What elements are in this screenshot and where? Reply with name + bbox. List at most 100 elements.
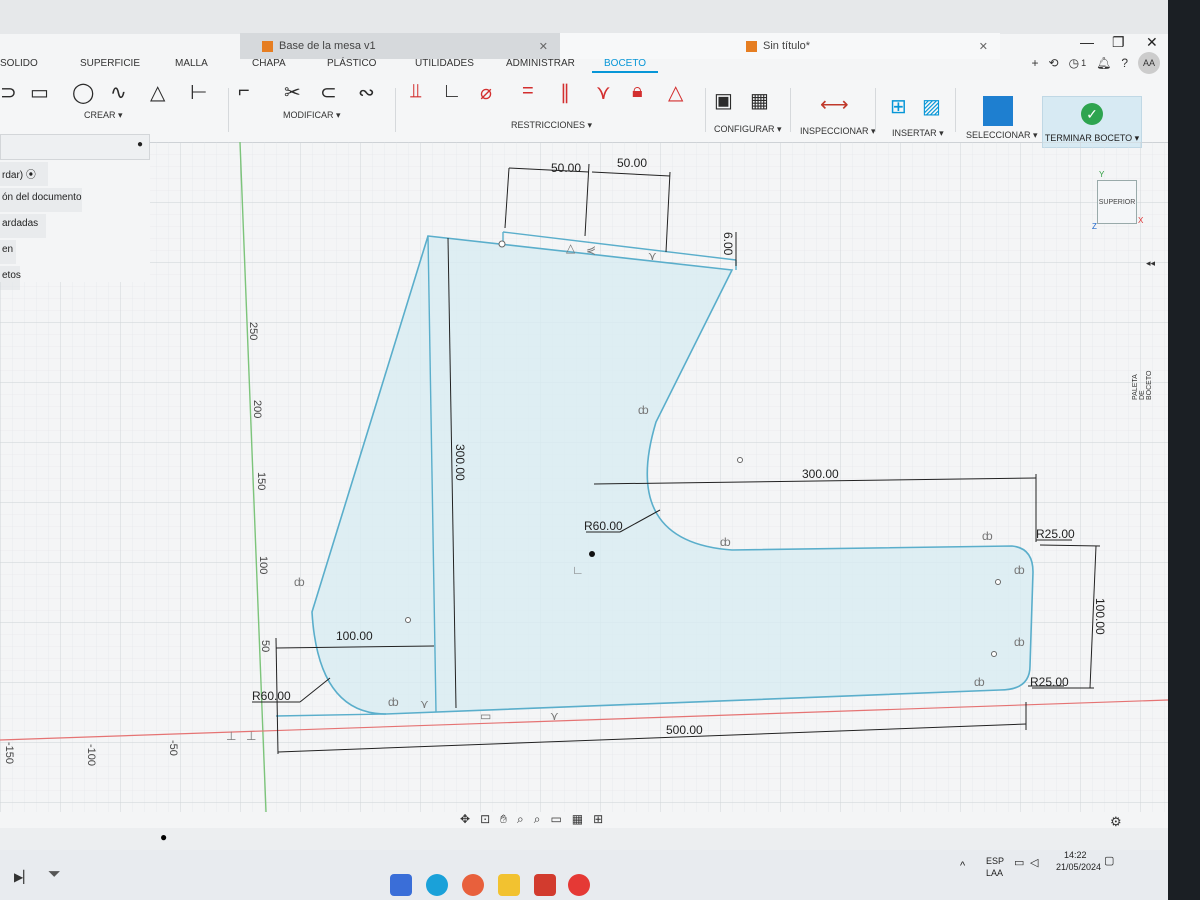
- dimension-line-icon[interactable]: ⊢: [190, 80, 207, 105]
- image-icon[interactable]: ▨: [922, 94, 941, 119]
- tab-boceto[interactable]: BOCETO: [592, 58, 659, 73]
- offset-icon[interactable]: ⊂: [320, 80, 337, 105]
- tab-malla[interactable]: MALLA: [175, 58, 208, 69]
- constraint-icon[interactable]: △: [566, 241, 576, 255]
- circle-icon[interactable]: ◯: [72, 80, 94, 105]
- dim-inner-radius[interactable]: R60.00: [584, 519, 623, 533]
- pan-icon[interactable]: ✋︎: [500, 812, 507, 827]
- horizontal-constraint-icon[interactable]: ▭: [480, 709, 491, 723]
- perpendicular-constraint-icon[interactable]: ⋎: [648, 249, 657, 263]
- maximize-icon[interactable]: ❐: [1112, 34, 1125, 51]
- fillet-icon[interactable]: ⌐: [238, 80, 250, 103]
- window-close-icon[interactable]: ✕: [1146, 34, 1158, 51]
- display-settings-icon[interactable]: ▭: [550, 812, 561, 827]
- language-indicator[interactable]: ESP: [986, 856, 1004, 866]
- tangent-constraint-icon[interactable]: ȸ: [388, 695, 399, 709]
- tab-utilidades[interactable]: UTILIDADES: [415, 58, 474, 69]
- tangent-constraint-icon[interactable]: ȸ: [1014, 563, 1025, 577]
- dim-total-width[interactable]: 500.00: [666, 723, 703, 737]
- app-icon[interactable]: [390, 874, 412, 896]
- group-insertar[interactable]: INSERTAR ▾: [892, 128, 944, 139]
- folder-icon[interactable]: [498, 874, 520, 896]
- tangent-constraint-icon[interactable]: ȸ: [982, 529, 993, 543]
- zoom-icon[interactable]: ⌕: [517, 812, 524, 827]
- job-status-icon[interactable]: ◷: [1069, 56, 1079, 70]
- tangent-constraint-icon[interactable]: ȸ: [974, 675, 985, 689]
- close-icon[interactable]: ✕: [979, 40, 988, 53]
- dim-bottom-left-width[interactable]: 100.00: [336, 629, 373, 643]
- clock-time[interactable]: 14:22: [1064, 850, 1087, 860]
- clock-date[interactable]: 21/05/2024: [1056, 862, 1101, 872]
- plus-icon[interactable]: +: [1032, 56, 1039, 70]
- sketch-point[interactable]: [498, 240, 506, 248]
- sketch-canvas[interactable]: 50.00 50.00 6.00 300.00 300.00 R60.00 R2…: [0, 142, 1168, 812]
- trim-icon[interactable]: ✂: [284, 80, 301, 105]
- perpendicular-constraint-icon[interactable]: ⋎: [420, 697, 429, 711]
- sketch-point[interactable]: [405, 617, 411, 623]
- sketch-point[interactable]: [991, 651, 997, 657]
- center-point[interactable]: [589, 551, 595, 557]
- firefox-icon[interactable]: [462, 874, 484, 896]
- viewcube-face[interactable]: SUPERIOR: [1099, 199, 1136, 206]
- group-configurar[interactable]: CONFIGURAR ▾: [714, 124, 782, 135]
- triangle-icon[interactable]: △: [150, 80, 165, 105]
- monitor-icon[interactable]: ▭: [1014, 856, 1024, 869]
- constraint-icon[interactable]: ⊥: [246, 729, 256, 743]
- chrome-icon[interactable]: [568, 874, 590, 896]
- rectangle-icon[interactable]: ▭: [30, 80, 49, 105]
- tab-plastico[interactable]: PLÁSTICO: [327, 58, 376, 69]
- tab-superficie[interactable]: SUPERFICIE: [80, 58, 140, 69]
- viewcube[interactable]: SUPERIOR: [1097, 180, 1137, 224]
- equal-icon[interactable]: =: [522, 80, 534, 103]
- tangent-constraint-icon[interactable]: ȸ: [294, 575, 305, 589]
- avatar[interactable]: AA: [1138, 52, 1160, 74]
- arc-icon[interactable]: ⊃: [0, 80, 17, 105]
- symmetry-icon[interactable]: △: [668, 80, 683, 105]
- step-forward-icon[interactable]: ▶▏: [14, 870, 32, 884]
- dim-bottom-left-radius[interactable]: R60.00: [252, 689, 291, 703]
- dim-top-offset[interactable]: 6.00: [721, 232, 735, 256]
- fix-constraint-icon[interactable]: ⫫: [410, 80, 421, 103]
- coincident-constraint-icon[interactable]: ⋞: [586, 243, 596, 257]
- horizontal-constraint-icon[interactable]: ⋎: [550, 709, 559, 723]
- lock-icon[interactable]: 🔒︎: [632, 80, 643, 103]
- expand-panel-icon[interactable]: ◂◂: [1146, 258, 1155, 269]
- tab-administrar[interactable]: ADMINISTRAR: [506, 58, 575, 69]
- refresh-icon[interactable]: ⟲: [1049, 56, 1059, 70]
- notification-icon[interactable]: ▢: [1104, 854, 1114, 867]
- table-icon[interactable]: ▦: [750, 88, 769, 113]
- insert-icon[interactable]: ⊞: [890, 94, 907, 119]
- group-seleccionar[interactable]: SELECCIONAR ▾: [966, 130, 1038, 141]
- spline-icon[interactable]: ∿: [110, 80, 127, 105]
- collapse-icon[interactable]: ●: [160, 830, 167, 844]
- group-modificar[interactable]: MODIFICAR ▾: [283, 110, 341, 121]
- bell-icon[interactable]: 🔔︎: [1096, 56, 1111, 70]
- group-restricciones[interactable]: RESTRICCIONES ▾: [511, 120, 592, 131]
- sketch-point[interactable]: [737, 457, 743, 463]
- dim-top-left-width[interactable]: 50.00: [551, 161, 581, 175]
- dim-outer-radius-top[interactable]: R25.00: [1036, 527, 1075, 541]
- speaker-icon[interactable]: ◁: [1030, 856, 1038, 869]
- perpendicular-icon[interactable]: ∟: [442, 80, 462, 103]
- curve-icon[interactable]: ∾: [358, 80, 375, 105]
- dim-arm-length[interactable]: 300.00: [802, 467, 839, 481]
- tangent-constraint-icon[interactable]: ȸ: [1014, 635, 1025, 649]
- coincident-icon[interactable]: ⋎: [596, 80, 611, 105]
- fit-icon[interactable]: ⌕: [534, 812, 541, 827]
- constraint-icon[interactable]: ⊥: [226, 729, 236, 743]
- look-at-icon[interactable]: ⊡: [480, 812, 490, 827]
- group-crear[interactable]: CREAR ▾: [84, 110, 123, 121]
- grid-settings-icon[interactable]: ▦: [572, 812, 583, 827]
- dim-height[interactable]: 300.00: [453, 444, 467, 481]
- sketch-point[interactable]: [995, 579, 1001, 585]
- select-icon[interactable]: [983, 96, 1013, 126]
- tangent-constraint-icon[interactable]: ȸ: [720, 535, 731, 549]
- timeline-marker-icon[interactable]: ⏷: [48, 866, 61, 884]
- orbit-icon[interactable]: ✥: [460, 812, 470, 827]
- tab-solido[interactable]: SOLIDO: [0, 58, 38, 69]
- configure-icon[interactable]: ▣: [714, 88, 733, 113]
- chevron-up-icon[interactable]: ^: [960, 860, 965, 872]
- viewports-icon[interactable]: ⊞: [593, 812, 603, 827]
- dim-outer-radius-bottom[interactable]: R25.00: [1030, 675, 1069, 689]
- finish-sketch-button[interactable]: ✓ TERMINAR BOCETO ▾: [1042, 96, 1142, 148]
